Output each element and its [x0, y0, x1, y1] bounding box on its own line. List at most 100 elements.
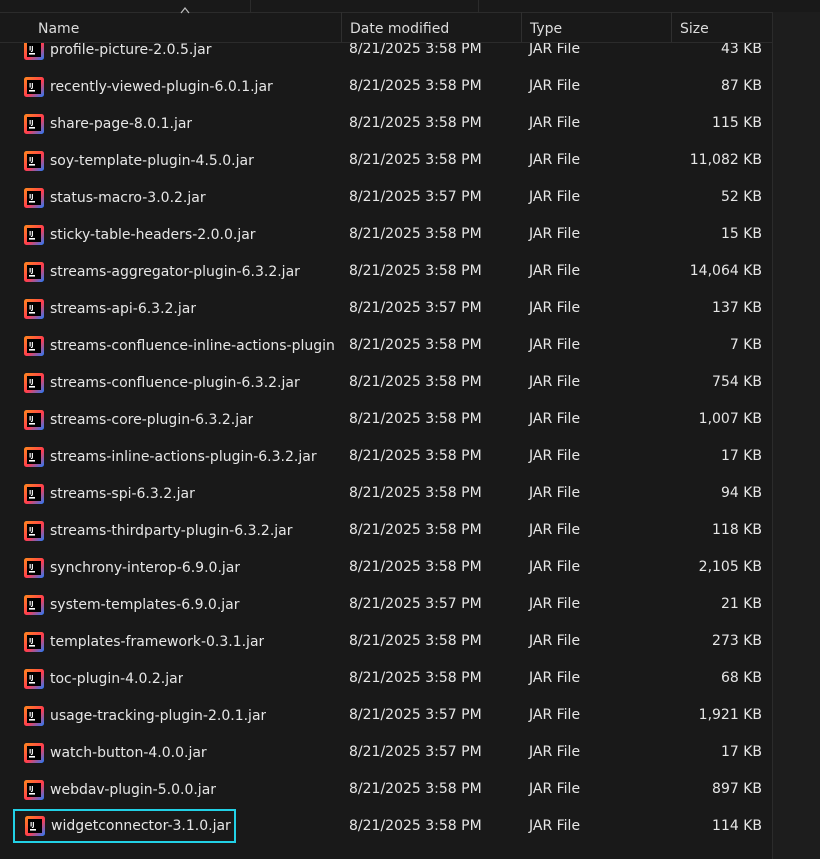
svg-text:IJ: IJ — [29, 674, 33, 681]
file-row[interactable]: IJ streams-thirdparty-plugin-6.3.2.jar 8… — [0, 512, 772, 549]
file-size: 273 KB — [712, 633, 762, 649]
file-name-cell[interactable]: IJ system-templates-6.9.0.jar — [14, 589, 336, 620]
jar-file-icon: IJ — [24, 446, 44, 467]
svg-text:IJ: IJ — [29, 600, 33, 607]
file-date-modified: 8/21/2025 3:57 PM — [349, 300, 482, 316]
file-date-modified: 8/21/2025 3:58 PM — [349, 781, 482, 797]
file-name-cell[interactable]: IJ streams-confluence-inline-actions-plu… — [14, 330, 336, 361]
jar-file-icon: IJ — [24, 150, 44, 171]
file-size: 87 KB — [720, 78, 762, 94]
svg-text:IJ: IJ — [29, 193, 33, 200]
file-name-cell[interactable]: IJ webdav-plugin-5.0.0.jar — [14, 774, 336, 805]
file-row[interactable]: IJ synchrony-interop-6.9.0.jar 8/21/2025… — [0, 549, 772, 586]
column-header-size[interactable]: Size — [671, 12, 772, 42]
file-row[interactable]: IJ streams-core-plugin-6.3.2.jar 8/21/20… — [0, 401, 772, 438]
file-row[interactable]: IJ streams-aggregator-plugin-6.3.2.jar 8… — [0, 253, 772, 290]
scrollbar-track[interactable] — [772, 12, 820, 859]
jar-file-icon: IJ — [24, 409, 44, 430]
file-size: 118 KB — [712, 522, 762, 538]
file-row[interactable]: IJ usage-tracking-plugin-2.0.1.jar 8/21/… — [0, 697, 772, 734]
file-name-cell[interactable]: IJ streams-api-6.3.2.jar — [14, 293, 336, 324]
svg-text:IJ: IJ — [29, 563, 33, 570]
file-name-cell[interactable]: IJ share-page-8.0.1.jar — [14, 108, 336, 139]
file-row[interactable]: IJ toc-plugin-4.0.2.jar 8/21/2025 3:58 P… — [0, 660, 772, 697]
file-name-cell[interactable]: IJ templates-framework-0.3.1.jar — [14, 626, 336, 657]
file-size: 754 KB — [712, 374, 762, 390]
file-type: JAR File — [529, 78, 581, 94]
svg-text:IJ: IJ — [30, 822, 34, 829]
file-name-cell[interactable]: IJ streams-confluence-plugin-6.3.2.jar — [14, 367, 336, 398]
file-size: 1,007 KB — [698, 411, 762, 427]
jar-file-icon: IJ — [24, 705, 44, 726]
file-name: synchrony-interop-6.9.0.jar — [50, 559, 241, 576]
file-name-cell[interactable]: IJ widgetconnector-3.1.0.jar — [13, 809, 236, 843]
file-type: JAR File — [529, 374, 581, 390]
column-header-date[interactable]: Date modified — [341, 12, 521, 42]
file-name-cell[interactable]: IJ watch-button-4.0.0.jar — [14, 737, 336, 768]
file-name-cell[interactable]: IJ streams-aggregator-plugin-6.3.2.jar — [14, 256, 336, 287]
file-date-modified: 8/21/2025 3:58 PM — [349, 559, 482, 575]
file-row-selected[interactable]: IJ widgetconnector-3.1.0.jar 8/21/2025 3… — [0, 808, 772, 845]
file-row[interactable]: IJ watch-button-4.0.0.jar 8/21/2025 3:57… — [0, 734, 772, 771]
file-date-modified: 8/21/2025 3:58 PM — [349, 522, 482, 538]
jar-file-icon: IJ — [24, 557, 44, 578]
column-header-type[interactable]: Type — [521, 12, 671, 42]
svg-text:IJ: IJ — [29, 156, 33, 163]
file-size: 7 KB — [729, 337, 762, 353]
file-name: sticky-table-headers-2.0.0.jar — [50, 226, 256, 243]
file-size: 21 KB — [720, 596, 762, 612]
file-name-cell[interactable]: IJ streams-inline-actions-plugin-6.3.2.j… — [14, 441, 336, 472]
file-name-cell[interactable]: IJ recently-viewed-plugin-6.0.1.jar — [14, 71, 336, 102]
file-size: 137 KB — [712, 300, 762, 316]
file-name-cell[interactable]: IJ sticky-table-headers-2.0.0.jar — [14, 219, 336, 250]
file-type: JAR File — [529, 337, 581, 353]
file-name: streams-core-plugin-6.3.2.jar — [50, 411, 254, 428]
file-row[interactable]: IJ streams-api-6.3.2.jar 8/21/2025 3:57 … — [0, 290, 772, 327]
file-type: JAR File — [529, 522, 581, 538]
file-size: 1,921 KB — [698, 707, 762, 723]
file-row[interactable]: IJ templates-framework-0.3.1.jar 8/21/20… — [0, 623, 772, 660]
file-row[interactable]: IJ system-templates-6.9.0.jar 8/21/2025 … — [0, 586, 772, 623]
jar-file-icon: IJ — [24, 261, 44, 282]
file-name-cell[interactable]: IJ usage-tracking-plugin-2.0.1.jar — [14, 700, 336, 731]
file-date-modified: 8/21/2025 3:58 PM — [349, 670, 482, 686]
svg-text:IJ: IJ — [29, 119, 33, 126]
file-row[interactable]: IJ status-macro-3.0.2.jar 8/21/2025 3:57… — [0, 179, 772, 216]
file-row[interactable]: IJ streams-confluence-inline-actions-plu… — [0, 327, 772, 364]
file-name: webdav-plugin-5.0.0.jar — [50, 781, 217, 798]
file-date-modified: 8/21/2025 3:58 PM — [349, 485, 482, 501]
file-row[interactable]: IJ sticky-table-headers-2.0.0.jar 8/21/2… — [0, 216, 772, 253]
jar-file-icon: IJ — [24, 335, 44, 356]
file-name-cell[interactable]: IJ streams-thirdparty-plugin-6.3.2.jar — [14, 515, 336, 546]
svg-text:IJ: IJ — [29, 378, 33, 385]
file-row[interactable]: IJ streams-spi-6.3.2.jar 8/21/2025 3:58 … — [0, 475, 772, 512]
file-row[interactable]: IJ streams-confluence-plugin-6.3.2.jar 8… — [0, 364, 772, 401]
file-name-cell[interactable]: IJ status-macro-3.0.2.jar — [14, 182, 336, 213]
file-name-cell[interactable]: IJ soy-template-plugin-4.5.0.jar — [14, 145, 336, 176]
file-date-modified: 8/21/2025 3:58 PM — [349, 226, 482, 242]
file-row[interactable]: IJ webdav-plugin-5.0.0.jar 8/21/2025 3:5… — [0, 771, 772, 808]
file-name-cell[interactable]: IJ synchrony-interop-6.9.0.jar — [14, 552, 336, 583]
file-name-cell[interactable]: IJ toc-plugin-4.0.2.jar — [14, 663, 336, 694]
file-row[interactable]: IJ share-page-8.0.1.jar 8/21/2025 3:58 P… — [0, 105, 772, 142]
file-date-modified: 8/21/2025 3:58 PM — [349, 374, 482, 390]
svg-text:IJ: IJ — [29, 415, 33, 422]
column-header-name[interactable]: Name — [30, 12, 341, 42]
file-name: usage-tracking-plugin-2.0.1.jar — [50, 707, 267, 724]
file-row[interactable]: IJ recently-viewed-plugin-6.0.1.jar 8/21… — [0, 68, 772, 105]
file-row[interactable]: IJ streams-inline-actions-plugin-6.3.2.j… — [0, 438, 772, 475]
jar-file-icon: IJ — [24, 224, 44, 245]
file-name-cell[interactable]: IJ streams-spi-6.3.2.jar — [14, 478, 336, 509]
file-name-cell[interactable]: IJ streams-core-plugin-6.3.2.jar — [14, 404, 336, 435]
file-type: JAR File — [529, 781, 581, 797]
file-type: JAR File — [529, 744, 581, 760]
jar-file-icon: IJ — [24, 483, 44, 504]
column-header: Name Date modified Type Size — [0, 0, 772, 43]
file-row[interactable]: IJ soy-template-plugin-4.5.0.jar 8/21/20… — [0, 142, 772, 179]
file-type: JAR File — [529, 818, 581, 834]
file-type: JAR File — [529, 152, 581, 168]
sort-ascending-icon[interactable] — [180, 6, 190, 14]
file-date-modified: 8/21/2025 3:57 PM — [349, 744, 482, 760]
file-list[interactable]: IJ profile-picture-2.0.5.jar 8/21/2025 3… — [0, 0, 772, 859]
file-type: JAR File — [529, 559, 581, 575]
